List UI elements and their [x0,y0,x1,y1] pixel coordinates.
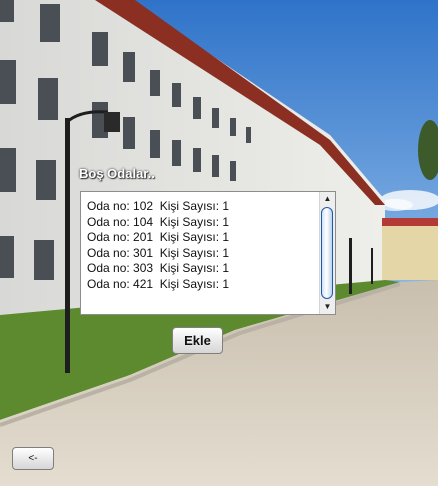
scroll-down-icon[interactable]: ▼ [320,300,335,314]
scroll-up-icon[interactable]: ▲ [320,192,335,206]
room-list-item[interactable]: Oda no: 104 Kişi Sayısı: 1 [87,215,315,231]
empty-rooms-list[interactable]: Oda no: 102 Kişi Sayısı: 1 Oda no: 104 K… [80,191,336,315]
back-button[interactable]: <- [12,447,54,470]
list-scrollbar[interactable]: ▲ ▼ [319,192,335,314]
room-list-item[interactable]: Oda no: 303 Kişi Sayısı: 1 [87,261,315,277]
room-list-item[interactable]: Oda no: 301 Kişi Sayısı: 1 [87,246,315,262]
scroll-thumb[interactable] [321,207,333,299]
add-button[interactable]: Ekle [172,327,223,354]
room-list-item[interactable]: Oda no: 102 Kişi Sayısı: 1 [87,199,315,215]
room-list-item[interactable]: Oda no: 421 Kişi Sayısı: 1 [87,277,315,293]
room-list-item[interactable]: Oda no: 201 Kişi Sayısı: 1 [87,230,315,246]
empty-rooms-title: Boş Odalar.. [79,166,155,181]
room-list-items: Oda no: 102 Kişi Sayısı: 1 Oda no: 104 K… [87,199,315,292]
